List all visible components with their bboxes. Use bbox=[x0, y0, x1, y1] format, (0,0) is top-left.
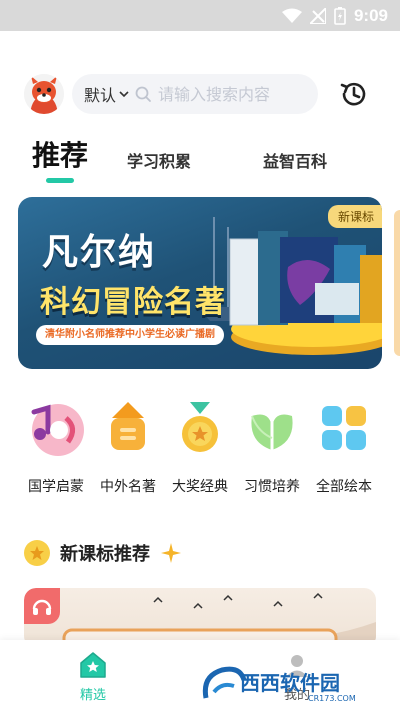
chevron-down-icon bbox=[119, 91, 129, 98]
category-label: 习惯培养 bbox=[244, 479, 300, 495]
tab-encyclopedia[interactable]: 益智百科 bbox=[263, 148, 327, 172]
sparkle-icon bbox=[161, 543, 181, 563]
history-icon bbox=[340, 82, 366, 106]
category-label: 全部绘本 bbox=[316, 479, 372, 495]
leaf-icon bbox=[251, 414, 293, 450]
category-row: 国学启蒙 中外名著 大奖经典 习惯培养 全部绘本 bbox=[0, 398, 400, 498]
nav-featured-label: 精选 bbox=[79, 688, 106, 703]
tab-study[interactable]: 学习积累 bbox=[127, 148, 191, 172]
grid-icon bbox=[322, 406, 366, 450]
guoxue-icon bbox=[31, 404, 84, 456]
watermark-text: 西西软件园 bbox=[240, 671, 340, 695]
category-dajiang[interactable]: 大奖经典 bbox=[164, 398, 236, 496]
header: 默认 bbox=[0, 70, 400, 118]
status-bar: 9:09 bbox=[0, 0, 400, 31]
banner-caption: 清华附小名师推荐中小学生必读广播剧 bbox=[36, 325, 224, 345]
avatar-character-icon bbox=[24, 74, 64, 114]
crown-badge-icon bbox=[24, 540, 50, 566]
wifi-icon bbox=[281, 8, 302, 23]
tab-bar: 推荐 学习积累 益智百科 bbox=[0, 130, 400, 190]
medal-icon bbox=[182, 402, 218, 452]
avatar[interactable] bbox=[24, 74, 64, 114]
banner-tag: 新课标 bbox=[327, 205, 382, 228]
category-label: 中外名著 bbox=[100, 479, 156, 495]
category-xiguan[interactable]: 习惯培养 bbox=[236, 398, 308, 496]
mingzhu-icon bbox=[111, 402, 145, 450]
watermark-logo: 西西软件园 CR173.COM bbox=[202, 666, 356, 703]
category-huiben[interactable]: 全部绘本 bbox=[308, 398, 380, 496]
category-guoxue[interactable]: 国学启蒙 bbox=[20, 398, 92, 496]
search-mode-select[interactable]: 默认 bbox=[72, 82, 130, 106]
search-input[interactable] bbox=[158, 84, 297, 104]
card-illustration bbox=[62, 592, 376, 648]
signal-icon bbox=[309, 8, 326, 24]
category-label: 大奖经典 bbox=[172, 479, 228, 495]
home-icon bbox=[80, 652, 106, 678]
section-header: 新课标推荐 bbox=[24, 538, 182, 568]
banner-subtitle-main: 科幻冒险名著 bbox=[40, 285, 226, 320]
category-label: 国学启蒙 bbox=[28, 479, 84, 495]
history-button[interactable] bbox=[338, 78, 370, 110]
section-title: 新课标推荐 bbox=[60, 544, 150, 565]
battery-icon bbox=[334, 7, 346, 25]
banner-title: 凡尔纳 bbox=[42, 232, 157, 273]
search-icon bbox=[135, 86, 151, 102]
recommend-card[interactable] bbox=[24, 588, 376, 648]
search-bar[interactable]: 默认 bbox=[72, 74, 318, 114]
banner[interactable]: 新课标 凡尔纳 科幻冒险名著 清华附小名师推荐中小学生必读广播剧 bbox=[18, 197, 382, 369]
category-mingzhu[interactable]: 中外名著 bbox=[92, 398, 164, 496]
nav-featured[interactable]: 精选 bbox=[78, 650, 108, 703]
next-banner-peek[interactable] bbox=[394, 210, 400, 356]
status-time: 9:09 bbox=[353, 6, 388, 25]
tab-recommend[interactable]: 推荐 bbox=[32, 134, 88, 174]
search-mode-label: 默认 bbox=[84, 86, 117, 105]
active-tab-indicator bbox=[46, 178, 74, 183]
watermark-subtext: CR173.COM bbox=[308, 694, 356, 703]
